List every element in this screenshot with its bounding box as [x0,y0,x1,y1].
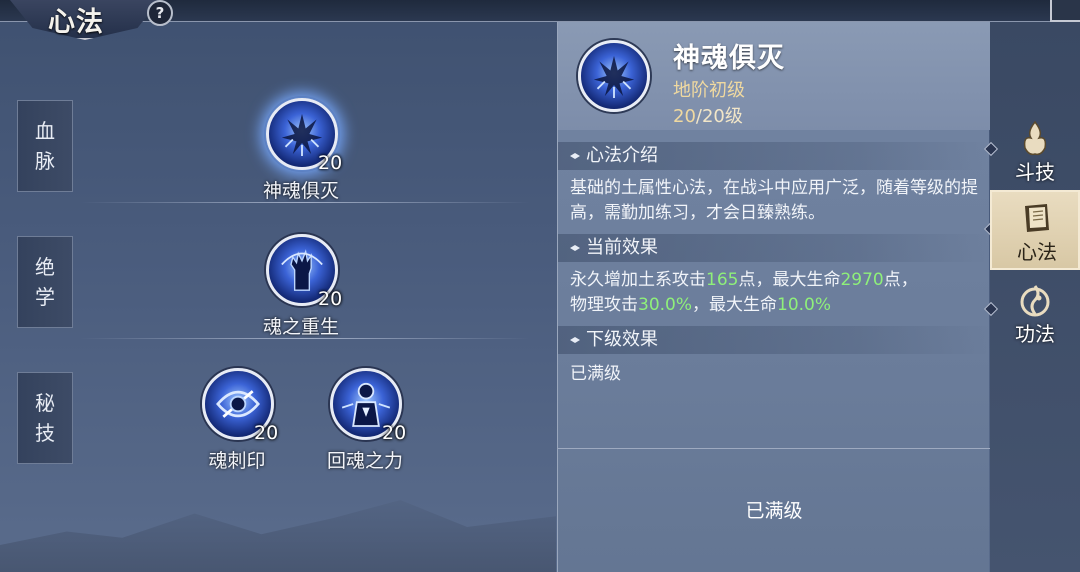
flame-crest-icon [1023,120,1047,156]
current-effect-header: 当前效果 [558,234,990,262]
skill-level: 20 [254,422,279,444]
next-effect-header: 下级效果 [558,326,990,354]
effect-text: 点，最大生命 [738,270,841,290]
detail-header: 神魂俱灭 地阶初级 20/20级 [558,22,990,130]
effect-text: 物理攻击 [570,295,638,315]
category-char: 血 [35,119,55,143]
skill-node-soul-thorn[interactable]: 20 魂刺印 [182,368,292,472]
skill-node-shenhun[interactable]: 20 神魂俱灭 [246,98,356,202]
level-max: /20级 [695,106,743,127]
current-effect-text: 永久增加土系攻击165点，最大生命2970点， 物理攻击30.0%，最大生命10… [570,268,982,318]
skill-name: 神魂俱灭 [262,180,339,202]
skill-name: 魂之重生 [262,316,339,338]
section-title: 心法介绍 [586,145,658,166]
skill-node-soul-return[interactable]: 20 回魂之力 [310,368,420,472]
skill-name: 魂刺印 [208,450,266,472]
corner-decoration [1050,0,1080,22]
section-title: 下级效果 [586,329,658,350]
effect-text: 永久增加土系攻击 [570,270,706,290]
book-icon [1025,204,1049,232]
detail-divider [558,448,990,449]
category-char: 技 [35,421,55,445]
next-effect-text: 已满级 [570,364,621,384]
section-title: 当前效果 [586,237,658,258]
effect-value: 30.0% [638,295,693,315]
intro-text: 基础的土属性心法，在战斗中应用广泛，随着等级的提高，需勤加练习，才会日臻熟练。 [570,178,978,223]
skill-grade: 地阶初级 [673,80,745,101]
tab-gongfa[interactable]: 功法 [990,274,1080,354]
category-tab-bloodline[interactable]: 血脉 [17,100,73,192]
mountain-backdrop [0,500,556,572]
effect-value: 2970 [840,270,884,290]
skill-detail-panel: 神魂俱灭 地阶初级 20/20级 心法介绍 基础的土属性心法，在战斗中应用广泛，… [557,22,990,572]
effect-line: 永久增加土系攻击165点，最大生命2970点， [570,268,982,293]
effect-text: ，最大生命 [692,295,778,315]
tab-label: 斗技 [1015,160,1055,184]
max-level-status: 已满级 [745,500,803,522]
effect-text: 点， [883,270,918,290]
tab-label: 功法 [1015,322,1055,346]
effect-value: 10.0% [777,295,832,315]
skill-title: 神魂俱灭 [673,43,785,74]
skill-level: 20 [318,288,343,310]
skill-level: 20 [382,422,407,444]
effect-line: 物理攻击30.0%，最大生命10.0% [570,293,982,318]
category-char: 秘 [35,391,55,415]
category-char: 绝 [35,255,55,279]
eye-diamond-icon [570,153,580,159]
skill-tree-panel: 血脉 绝学 秘技 20 神魂俱灭 20 魂之重生 20 魂刺印 20 回魂之力 [0,22,556,572]
intro-section-header: 心法介绍 [558,142,990,170]
tab-xinfa[interactable]: 心法 [990,190,1080,270]
skill-level: 20 [318,152,343,174]
shadow-burst-icon [578,40,650,112]
category-tab-unique[interactable]: 绝学 [17,236,73,328]
eye-diamond-icon [570,245,580,251]
skill-node-rebirth[interactable]: 20 魂之重生 [246,234,356,338]
category-tab-secret[interactable]: 秘技 [17,372,73,464]
skill-level-progress: 20/20级 [673,102,743,128]
side-tab-bar: 斗技 心法 功法 [983,22,1080,572]
tab-douji[interactable]: 斗技 [990,112,1080,192]
category-char: 脉 [35,149,55,173]
tab-label: 心法 [1017,240,1057,264]
category-char: 学 [35,285,55,309]
effect-value: 165 [706,270,739,290]
eye-diamond-icon [570,337,580,343]
skill-name: 回魂之力 [326,450,403,472]
level-current: 20 [673,106,696,127]
dragon-flame-icon [1020,285,1050,317]
